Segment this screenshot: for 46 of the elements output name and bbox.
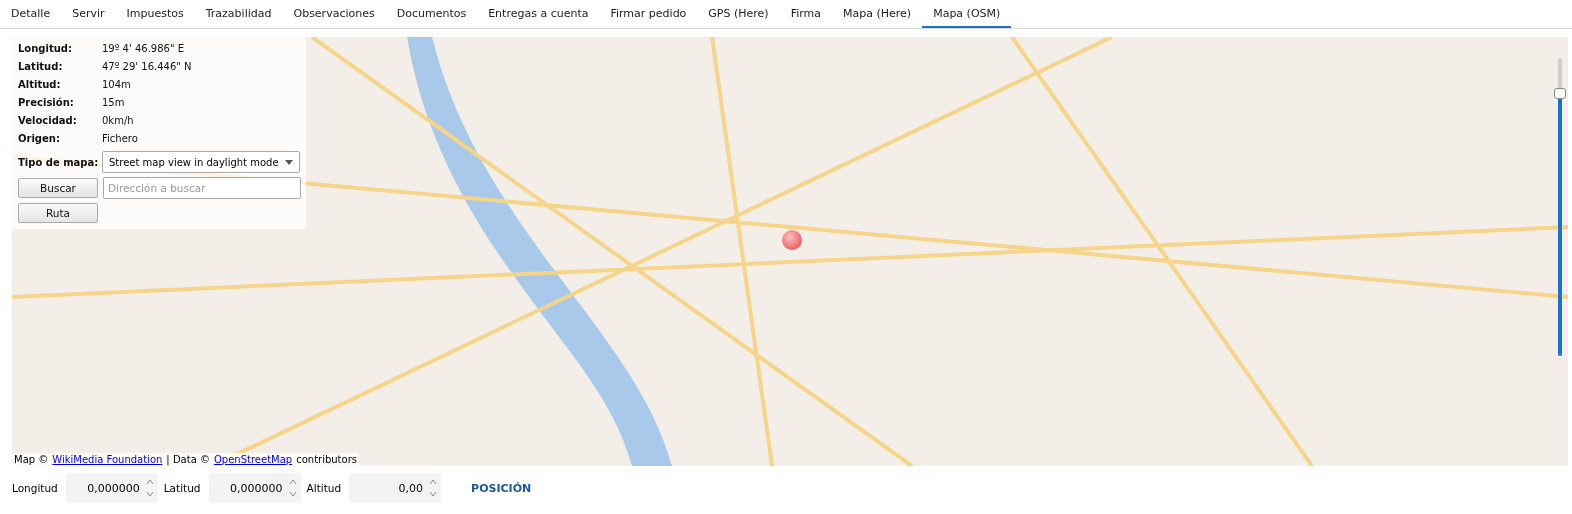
- field-value: Fichero: [102, 132, 139, 146]
- zoom-slider-thumb[interactable]: [1554, 87, 1566, 99]
- field-label: Velocidad:: [18, 114, 78, 128]
- tab[interactable]: Documentos: [385, 0, 478, 28]
- field-value: 0km/h: [102, 114, 135, 128]
- attribution-text: Map ©: [14, 454, 49, 465]
- position-button[interactable]: POSICIÓN: [465, 477, 538, 499]
- coordinate-label: Longitud: [12, 482, 58, 494]
- tab[interactable]: Firmar pedido: [599, 0, 698, 28]
- tab[interactable]: Observaciones: [282, 0, 386, 28]
- coordinate-label: Latitud: [163, 482, 201, 494]
- field-value: 47º 29' 16.446" N: [102, 60, 193, 74]
- route-button[interactable]: Ruta: [18, 203, 98, 223]
- field-label: Precisión:: [18, 96, 75, 110]
- address-search-field[interactable]: Dirección a buscar: [103, 177, 301, 199]
- dropdown-caret-icon: [285, 159, 293, 165]
- field-label: Latitud:: [18, 60, 64, 74]
- tab[interactable]: Entregas a cuenta: [477, 0, 600, 28]
- field-value: 15m: [102, 96, 126, 110]
- field-label: Tipo de mapa:: [18, 156, 97, 168]
- attribution-link[interactable]: WikiMedia Foundation: [52, 454, 163, 465]
- tab[interactable]: Firma: [779, 0, 833, 28]
- coordinate-spinbox[interactable]: 0,00: [349, 473, 442, 503]
- attribution-text: contributors: [296, 454, 357, 465]
- spinner-arrows-icon[interactable]: [288, 478, 297, 498]
- spinner-arrows-icon[interactable]: [429, 478, 438, 498]
- tab[interactable]: GPS (Here): [697, 0, 780, 28]
- field-label: Origen:: [18, 132, 61, 146]
- coordinate-spinbox[interactable]: 0,000000: [65, 473, 158, 503]
- field-value: 104m: [102, 78, 132, 92]
- map-type-dropdown[interactable]: Street map view in daylight mode: [102, 151, 300, 173]
- tab[interactable]: Mapa (Here): [832, 0, 923, 28]
- tab[interactable]: Mapa (OSM): [922, 0, 1012, 28]
- field-label: Altitud:: [18, 78, 62, 92]
- tab[interactable]: Servir: [61, 0, 116, 28]
- tab[interactable]: Impuestos: [115, 0, 195, 28]
- field-label: Longitud:: [18, 42, 73, 56]
- attribution-text: | Data ©: [166, 454, 210, 465]
- attribution-link[interactable]: OpenStreetMap: [213, 454, 293, 465]
- coordinate-spinbox[interactable]: 0,000000: [208, 473, 301, 503]
- coordinate-label: Altitud: [306, 482, 342, 494]
- field-value: 19º 4' 46.986" E: [102, 42, 185, 56]
- tab[interactable]: Detalle: [0, 0, 62, 28]
- spinner-arrows-icon[interactable]: [145, 478, 154, 498]
- tab[interactable]: Trazabilidad: [194, 0, 283, 28]
- search-button[interactable]: Buscar: [18, 178, 98, 198]
